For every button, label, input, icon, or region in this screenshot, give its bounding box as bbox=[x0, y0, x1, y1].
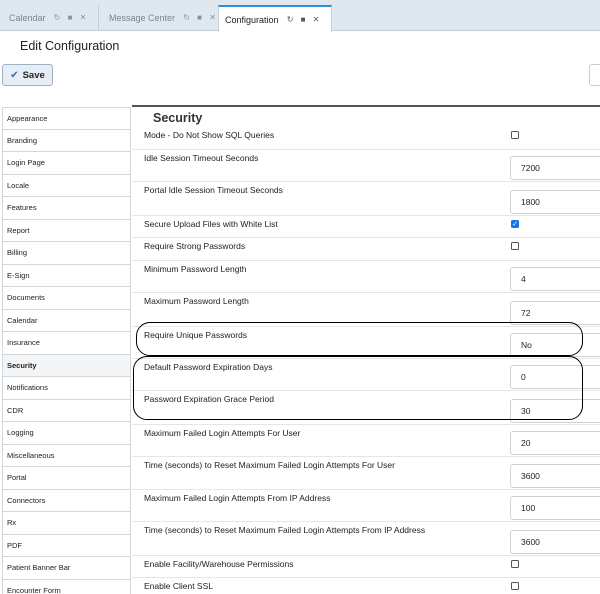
setting-label: Default Password Expiration Days bbox=[144, 362, 273, 372]
sidebar-item-documents[interactable]: Documents bbox=[2, 287, 131, 310]
setting-label: Enable Client SSL bbox=[144, 581, 213, 591]
setting-input[interactable]: 72 bbox=[510, 301, 600, 325]
setting-checkbox[interactable] bbox=[511, 131, 519, 139]
setting-input[interactable]: 0 bbox=[510, 365, 600, 389]
page-title: Edit Configuration bbox=[20, 39, 120, 53]
sidebar-item-features[interactable]: Features bbox=[2, 197, 131, 220]
sidebar-item-security[interactable]: Security bbox=[2, 354, 131, 377]
sidebar-item-login-page[interactable]: Login Page bbox=[2, 152, 131, 175]
sidebar-item-cdr[interactable]: CDR bbox=[2, 399, 131, 422]
checkmark-icon: ✔ bbox=[10, 69, 19, 81]
setting-row: Default Password Expiration Days 0 bbox=[132, 359, 600, 391]
setting-label: Time (seconds) to Reset Maximum Failed L… bbox=[144, 460, 395, 470]
tab-calendar[interactable]: Calendar ↻ ■ ✕ bbox=[3, 5, 99, 31]
setting-input[interactable]: 100 bbox=[510, 496, 600, 520]
setting-label: Time (seconds) to Reset Maximum Failed L… bbox=[144, 525, 426, 535]
tab-label: Calendar bbox=[9, 13, 46, 23]
close-icon[interactable]: ✕ bbox=[208, 14, 217, 23]
sidebar-item-rx[interactable]: Rx bbox=[2, 512, 131, 535]
setting-label: Secure Upload Files with White List bbox=[144, 219, 278, 229]
setting-row: Require Strong Passwords bbox=[132, 238, 600, 261]
tab-message-center[interactable]: Message Center ↻ ■ ✕ bbox=[103, 5, 229, 31]
sidebar-item-report[interactable]: Report bbox=[2, 219, 131, 242]
setting-input[interactable]: 20 bbox=[510, 431, 600, 455]
refresh-icon[interactable]: ↻ bbox=[286, 15, 295, 24]
setting-input[interactable]: No bbox=[510, 333, 600, 357]
setting-row: Password Expiration Grace Period 30 bbox=[132, 391, 600, 425]
setting-label: Portal Idle Session Timeout Seconds bbox=[144, 185, 283, 195]
setting-input[interactable]: 30 bbox=[510, 399, 600, 423]
lock-icon[interactable]: ■ bbox=[299, 15, 308, 24]
setting-label: Maximum Password Length bbox=[144, 296, 249, 306]
tab-label: Message Center bbox=[109, 13, 176, 23]
tab-bar: Calendar ↻ ■ ✕ Message Center ↻ ■ ✕ Conf… bbox=[0, 0, 600, 32]
setting-checkbox[interactable] bbox=[511, 582, 519, 590]
setting-input[interactable]: 4 bbox=[510, 267, 600, 291]
lock-icon[interactable]: ■ bbox=[195, 14, 204, 23]
sidebar-item-insurance[interactable]: Insurance bbox=[2, 332, 131, 355]
toolbar-button-right[interactable] bbox=[589, 64, 600, 86]
sidebar-item-encounter-form[interactable]: Encounter Form bbox=[2, 579, 131, 594]
setting-row: Idle Session Timeout Seconds 7200 bbox=[132, 150, 600, 182]
save-button-label: Save bbox=[22, 69, 45, 81]
setting-row: Require Unique Passwords No bbox=[132, 327, 600, 359]
sidebar-item-patient-banner-bar[interactable]: Patient Banner Bar bbox=[2, 557, 131, 580]
setting-row: Mode - Do Not Show SQL Queries bbox=[132, 127, 600, 150]
setting-input[interactable]: 7200 bbox=[510, 156, 600, 180]
setting-row: Time (seconds) to Reset Maximum Failed L… bbox=[132, 457, 600, 490]
lock-icon[interactable]: ■ bbox=[66, 14, 75, 23]
setting-label: Enable Facility/Warehouse Permissions bbox=[144, 559, 294, 569]
setting-label: Maximum Failed Login Attempts For User bbox=[144, 428, 301, 438]
close-icon[interactable]: ✕ bbox=[312, 15, 321, 24]
setting-row: Portal Idle Session Timeout Seconds 1800 bbox=[132, 182, 600, 216]
setting-row: Secure Upload Files with White List ✓ bbox=[132, 216, 600, 238]
setting-row: Maximum Failed Login Attempts For User 20 bbox=[132, 425, 600, 457]
sidebar-item-billing[interactable]: Billing bbox=[2, 242, 131, 265]
setting-label: Password Expiration Grace Period bbox=[144, 394, 274, 404]
sidebar-item-portal[interactable]: Portal bbox=[2, 467, 131, 490]
setting-row: Maximum Failed Login Attempts From IP Ad… bbox=[132, 490, 600, 522]
setting-checkbox[interactable]: ✓ bbox=[511, 220, 519, 228]
settings-sidebar: Appearance Branding Login Page Locale Featur… bbox=[2, 107, 131, 594]
setting-label: Mode - Do Not Show SQL Queries bbox=[144, 130, 275, 140]
tab-configuration[interactable]: Configuration ↻ ■ ✕ bbox=[218, 5, 332, 32]
section-title: Security bbox=[153, 111, 203, 125]
tab-label: Configuration bbox=[225, 14, 279, 25]
setting-checkbox[interactable] bbox=[511, 242, 519, 250]
sidebar-item-calendar[interactable]: Calendar bbox=[2, 309, 131, 332]
sidebar-item-pdf[interactable]: PDF bbox=[2, 534, 131, 557]
setting-label: Require Strong Passwords bbox=[144, 241, 246, 251]
sidebar-item-logging[interactable]: Logging bbox=[2, 422, 131, 445]
sidebar-item-e-sign[interactable]: E-Sign bbox=[2, 264, 131, 287]
sidebar-item-locale[interactable]: Locale bbox=[2, 174, 131, 197]
refresh-icon[interactable]: ↻ bbox=[182, 14, 191, 23]
setting-row: Time (seconds) to Reset Maximum Failed L… bbox=[132, 522, 600, 556]
setting-input[interactable]: 3600 bbox=[510, 464, 600, 488]
setting-label: Maximum Failed Login Attempts From IP Ad… bbox=[144, 493, 331, 503]
save-button[interactable]: ✔ Save bbox=[2, 64, 53, 86]
sidebar-item-connectors[interactable]: Connectors bbox=[2, 489, 131, 512]
setting-label: Minimum Password Length bbox=[144, 264, 247, 274]
content-divider bbox=[132, 105, 600, 107]
setting-input[interactable]: 3600 bbox=[510, 530, 600, 554]
setting-label: Idle Session Timeout Seconds bbox=[144, 153, 259, 163]
refresh-icon[interactable]: ↻ bbox=[53, 14, 62, 23]
close-icon[interactable]: ✕ bbox=[79, 14, 88, 23]
setting-row: Enable Facility/Warehouse Permissions bbox=[132, 556, 600, 578]
sidebar-item-miscellaneous[interactable]: Miscellaneous bbox=[2, 444, 131, 467]
setting-input[interactable]: 1800 bbox=[510, 190, 600, 214]
setting-checkbox[interactable] bbox=[511, 560, 519, 568]
setting-row: Enable Client SSL bbox=[132, 578, 600, 594]
sidebar-item-notifications[interactable]: Notifications bbox=[2, 377, 131, 400]
sidebar-item-branding[interactable]: Branding bbox=[2, 129, 131, 152]
setting-row: Maximum Password Length 72 bbox=[132, 293, 600, 327]
setting-row: Minimum Password Length 4 bbox=[132, 261, 600, 293]
setting-label: Require Unique Passwords bbox=[144, 330, 247, 340]
sidebar-item-appearance[interactable]: Appearance bbox=[2, 107, 131, 130]
